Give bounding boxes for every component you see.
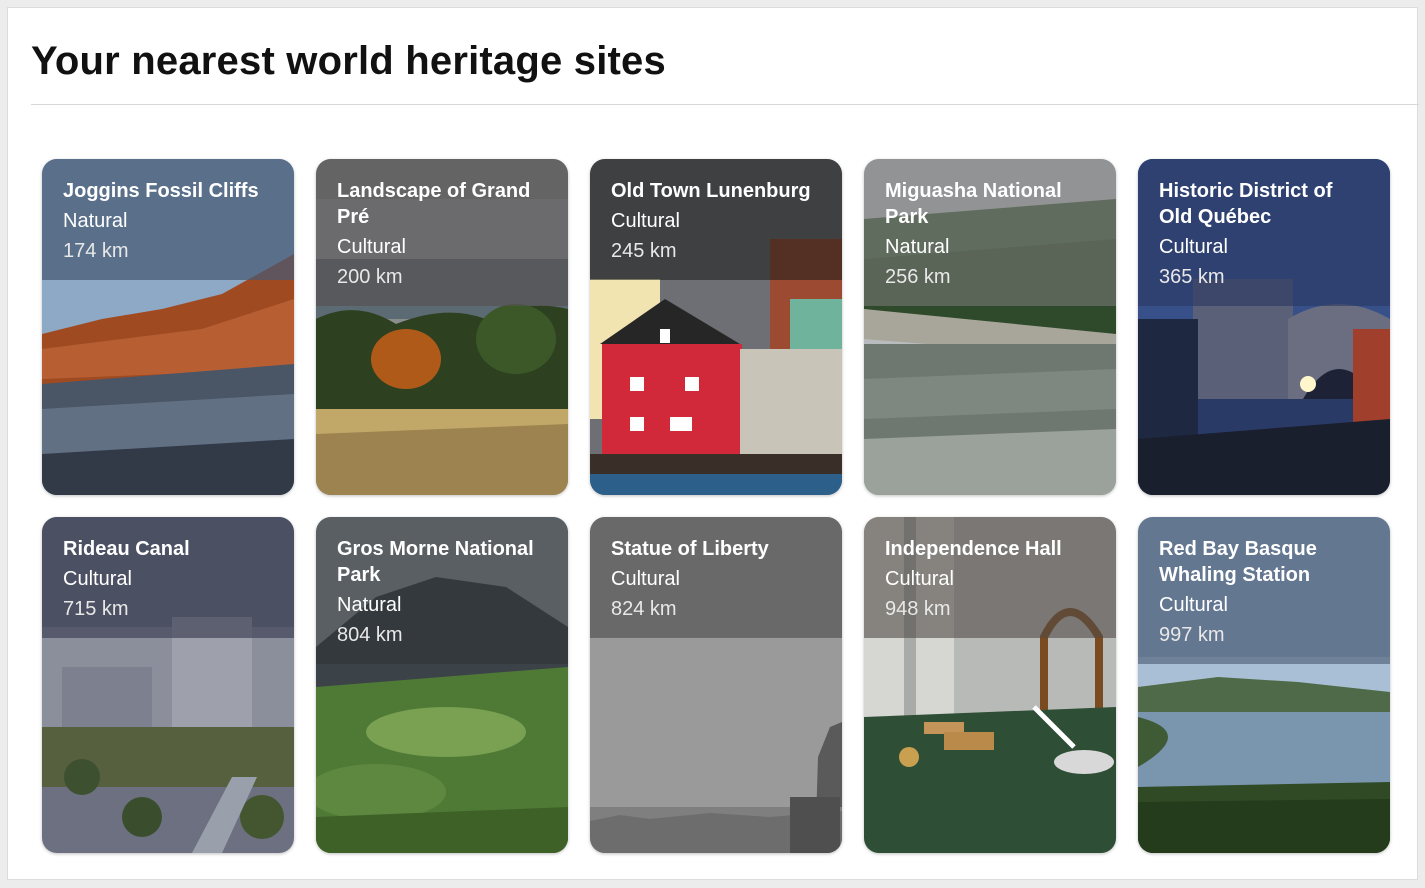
heritage-panel: Your nearest world heritage sites Joggin… (7, 7, 1419, 880)
site-name: Landscape of Grand Pré (337, 180, 531, 228)
site-name: Miguasha National Park (885, 180, 1062, 228)
site-info: Red Bay Basque Whaling Station Cultural … (1138, 517, 1390, 664)
site-name: Historic District of Old Québec (1159, 180, 1333, 228)
site-name: Old Town Lunenburg (611, 180, 811, 202)
site-type: Natural (337, 594, 402, 616)
site-distance: 200 km (337, 266, 403, 288)
site-type: Cultural (63, 568, 132, 590)
site-info: Joggins Fossil Cliffs Natural 174 km (42, 159, 294, 280)
site-card-gros-morne[interactable]: Gros Morne National Park Natural 804 km (316, 517, 568, 853)
site-info: Independence Hall Cultural 948 km (864, 517, 1116, 638)
site-type: Natural (63, 210, 128, 232)
site-type: Cultural (611, 568, 680, 590)
site-name: Statue of Liberty (611, 538, 769, 560)
site-name: Red Bay Basque Whaling Station (1159, 538, 1317, 586)
site-info: Old Town Lunenburg Cultural 245 km (590, 159, 842, 280)
site-name: Rideau Canal (63, 538, 190, 560)
site-distance: 256 km (885, 266, 951, 288)
site-card-statue-of-liberty[interactable]: Statue of Liberty Cultural 824 km (590, 517, 842, 853)
site-info: Statue of Liberty Cultural 824 km (590, 517, 842, 638)
site-card-old-quebec[interactable]: Historic District of Old Québec Cultural… (1138, 159, 1390, 495)
site-info: Gros Morne National Park Natural 804 km (316, 517, 568, 664)
site-card-grand-pre[interactable]: Landscape of Grand Pré Cultural 200 km (316, 159, 568, 495)
site-distance: 824 km (611, 598, 677, 620)
site-distance: 174 km (63, 240, 129, 262)
site-type: Cultural (885, 568, 954, 590)
site-name: Joggins Fossil Cliffs (63, 180, 259, 202)
site-type: Cultural (1159, 594, 1228, 616)
site-distance: 997 km (1159, 624, 1225, 646)
sites-grid: Joggins Fossil Cliffs Natural 174 km Lan… (42, 159, 1390, 853)
site-card-independence-hall[interactable]: Independence Hall Cultural 948 km (864, 517, 1116, 853)
site-info: Miguasha National Park Natural 256 km (864, 159, 1116, 306)
site-card-rideau-canal[interactable]: Rideau Canal Cultural 715 km (42, 517, 294, 853)
site-distance: 804 km (337, 624, 403, 646)
site-type: Cultural (337, 236, 406, 258)
site-info: Landscape of Grand Pré Cultural 200 km (316, 159, 568, 306)
site-distance: 365 km (1159, 266, 1225, 288)
site-card-joggins[interactable]: Joggins Fossil Cliffs Natural 174 km (42, 159, 294, 495)
site-info: Rideau Canal Cultural 715 km (42, 517, 294, 638)
site-type: Natural (885, 236, 950, 258)
site-card-miguasha[interactable]: Miguasha National Park Natural 256 km (864, 159, 1116, 495)
site-distance: 715 km (63, 598, 129, 620)
site-card-red-bay[interactable]: Red Bay Basque Whaling Station Cultural … (1138, 517, 1390, 853)
site-distance: 245 km (611, 240, 677, 262)
site-type: Cultural (611, 210, 680, 232)
site-name: Gros Morne National Park (337, 538, 534, 586)
site-info: Historic District of Old Québec Cultural… (1138, 159, 1390, 306)
site-type: Cultural (1159, 236, 1228, 258)
title-divider (31, 104, 1419, 105)
site-name: Independence Hall (885, 538, 1062, 560)
site-card-lunenburg[interactable]: Old Town Lunenburg Cultural 245 km (590, 159, 842, 495)
site-distance: 948 km (885, 598, 951, 620)
page-title: Your nearest world heritage sites (31, 39, 666, 83)
